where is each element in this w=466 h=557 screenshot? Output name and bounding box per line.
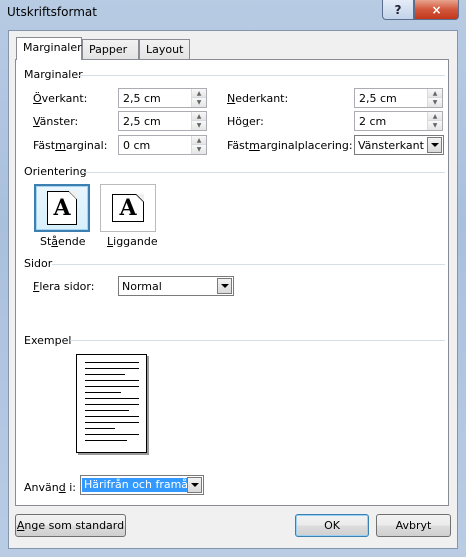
landscape-button[interactable]: A [100, 184, 156, 232]
close-icon: × [431, 2, 442, 17]
gutter-label: Fästmarginal: [33, 139, 108, 152]
bottom-margin-spinner[interactable]: 2,5 cm ▲ ▼ [354, 88, 443, 108]
apply-to-select[interactable]: Härifrån och framåt [80, 475, 204, 495]
help-icon: ? [394, 2, 402, 17]
left-margin-spinner[interactable]: 2,5 cm ▲ ▼ [118, 111, 207, 131]
group-divider [82, 172, 445, 173]
spin-up-icon[interactable]: ▲ [427, 112, 442, 121]
portrait-button[interactable]: A [34, 184, 90, 232]
spin-down-icon[interactable]: ▼ [191, 145, 206, 154]
spin-up-icon[interactable]: ▲ [427, 89, 442, 98]
multiple-pages-label: Flera sidor: [33, 280, 95, 293]
chevron-down-icon[interactable] [187, 477, 202, 493]
tab-label: Marginaler [23, 41, 82, 54]
help-button[interactable]: ? [382, 0, 414, 20]
spin-down-icon[interactable]: ▼ [191, 121, 206, 130]
apply-to-value: Härifrån och framåt [82, 478, 195, 492]
multiple-pages-value: Normal [122, 280, 162, 293]
tab-marginaler[interactable]: Marginaler [16, 37, 82, 60]
spin-down-icon[interactable]: ▼ [427, 98, 442, 107]
right-margin-value: 2 cm [359, 115, 387, 128]
tab-label: Papper [89, 43, 128, 56]
right-margin-spinner[interactable]: 2 cm ▲ ▼ [354, 111, 443, 131]
gutter-spinner[interactable]: 0 cm ▲ ▼ [118, 135, 207, 155]
preview-group-title: Exempel [24, 334, 72, 347]
spin-down-icon[interactable]: ▼ [427, 121, 442, 130]
landscape-label: Liggande [107, 235, 158, 248]
close-button[interactable]: × [414, 0, 459, 20]
left-margin-label: Vänster: [33, 115, 79, 128]
bottom-margin-label: Nederkant: [227, 92, 289, 105]
pages-group-title: Sidor [24, 257, 53, 270]
right-margin-label: Höger: [227, 115, 264, 128]
group-divider [52, 264, 445, 265]
multiple-pages-select[interactable]: Normal [118, 276, 234, 296]
portrait-page-icon: A [47, 191, 77, 225]
group-divider [70, 340, 445, 341]
top-margin-spinner[interactable]: 2,5 cm ▲ ▼ [118, 88, 207, 108]
page-preview [76, 354, 147, 453]
bottom-margin-value: 2,5 cm [359, 92, 397, 105]
top-margin-label: Överkant: [33, 92, 88, 105]
spin-up-icon[interactable]: ▲ [191, 136, 206, 145]
ok-button[interactable]: OK [295, 514, 369, 537]
ok-label: OK [324, 519, 340, 532]
margins-group-title: Marginaler [24, 68, 83, 81]
group-divider [78, 75, 445, 76]
orientation-group-title: Orientering [24, 165, 87, 178]
gutter-value: 0 cm [123, 139, 151, 152]
gutter-position-select[interactable]: Vänsterkant [354, 135, 444, 155]
tab-layout[interactable]: Layout [139, 39, 190, 60]
gutter-position-label: Fästmarginalplacering: [227, 139, 353, 152]
dialog-title: Utskriftsformat [7, 5, 97, 19]
landscape-page-icon: A [112, 194, 144, 222]
gutter-position-value: Vänsterkant [358, 139, 424, 152]
cancel-button[interactable]: Avbryt [376, 514, 451, 537]
top-margin-value: 2,5 cm [123, 92, 161, 105]
portrait-label: Stående [40, 235, 86, 248]
tab-label: Layout [146, 43, 184, 56]
cancel-label: Avbryt [395, 519, 432, 532]
apply-to-label: Använd i: [24, 481, 76, 494]
left-margin-value: 2,5 cm [123, 115, 161, 128]
chevron-down-icon[interactable] [217, 278, 232, 294]
set-as-default-label: Ange som standard [16, 519, 125, 532]
spin-up-icon[interactable]: ▲ [191, 112, 206, 121]
tab-papper[interactable]: Papper [82, 39, 139, 60]
spin-up-icon[interactable]: ▲ [191, 89, 206, 98]
chevron-down-icon[interactable] [427, 137, 442, 153]
set-as-default-button[interactable]: Ange som standard [15, 514, 126, 537]
spin-down-icon[interactable]: ▼ [191, 98, 206, 107]
